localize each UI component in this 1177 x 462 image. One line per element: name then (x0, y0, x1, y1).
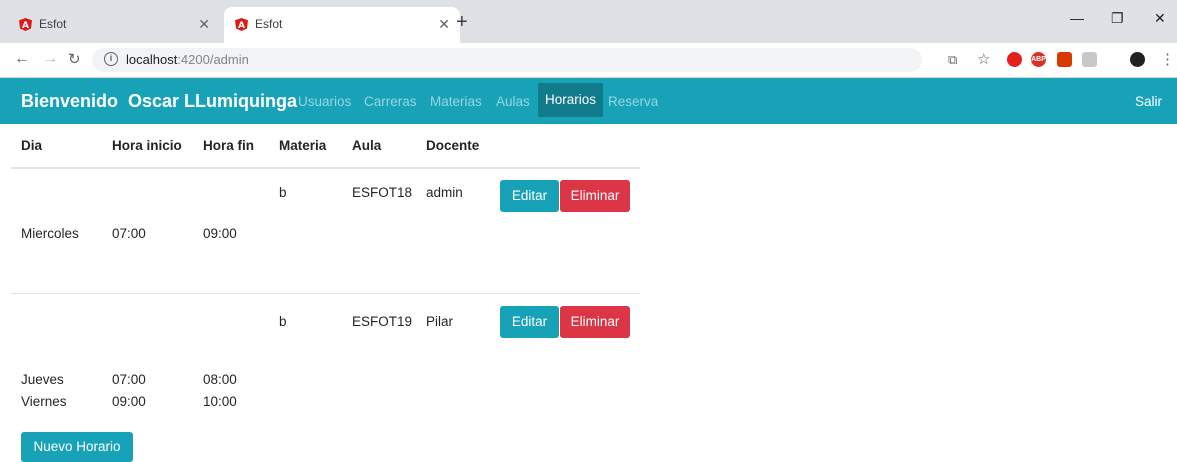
new-schedule-button[interactable]: Nuevo Horario (21, 432, 133, 462)
header-hora-fin: Hora fin (203, 138, 255, 153)
cell-materia: b (279, 185, 287, 200)
browser-tab-1[interactable]: A Esfot ✕ (8, 7, 220, 43)
browser-tab-2[interactable]: A Esfot ✕ (224, 7, 460, 43)
edit-button[interactable]: Editar (500, 306, 559, 338)
forward-icon[interactable]: → (42, 50, 58, 68)
tab-strip: A Esfot ✕ A Esfot ✕ + — ❐ ✕ (0, 0, 1177, 43)
cell-dia: Miercoles (21, 226, 79, 241)
new-tab-icon[interactable]: + (456, 12, 468, 32)
header-dia: Dia (21, 138, 43, 153)
cell-hora-fin: 09:00 (203, 226, 237, 241)
browser-toolbar: ← → ↻ i localhost:4200/admin ⧉ ☆ ABP ⋮ (0, 43, 1177, 78)
nav-reserva[interactable]: Reserva (608, 94, 658, 109)
cell-hora-fin: 10:00 (203, 394, 237, 409)
window-close-icon[interactable]: ✕ (1154, 10, 1166, 27)
delete-button[interactable]: Eliminar (560, 306, 630, 338)
tab-title: Esfot (255, 17, 283, 31)
profile-avatar[interactable] (1130, 52, 1145, 67)
header-aula: Aula (352, 138, 382, 153)
back-icon[interactable]: ← (14, 50, 30, 68)
delete-button[interactable]: Eliminar (560, 180, 630, 212)
cell-hora-inicio: 07:00 (112, 372, 146, 387)
url-text: localhost:4200/admin (126, 52, 249, 67)
app-navbar: Bienvenido Oscar LLumiquinga Usuarios Ca… (0, 78, 1177, 124)
close-tab-icon[interactable]: ✕ (198, 16, 210, 33)
minimize-icon[interactable]: — (1070, 10, 1084, 26)
nav-horarios[interactable]: Horarios (538, 83, 604, 117)
header-docente: Docente (426, 138, 480, 153)
nav-usuarios[interactable]: Usuarios (298, 94, 351, 109)
nav-materias[interactable]: Materias (430, 94, 482, 109)
tab-title: Esfot (39, 17, 67, 31)
close-tab-icon[interactable]: ✕ (438, 16, 450, 33)
svg-text:A: A (22, 21, 29, 31)
angular-icon: A (235, 18, 248, 31)
pdf-icon[interactable] (1082, 52, 1097, 67)
cell-materia: b (279, 314, 287, 329)
address-bar[interactable]: i localhost:4200/admin (92, 48, 922, 72)
header-hora-inicio: Hora inicio (112, 138, 182, 153)
menu-icon[interactable]: ⋮ (1160, 50, 1175, 68)
cell-docente: Pilar (426, 314, 454, 329)
header-materia: Materia (279, 138, 327, 153)
nav-carreras[interactable]: Carreras (364, 94, 417, 109)
cell-aula: ESFOT18 (352, 185, 413, 200)
opera-icon[interactable] (1007, 52, 1022, 67)
row-divider (11, 293, 640, 294)
office-icon[interactable] (1057, 52, 1072, 67)
edit-button[interactable]: Editar (500, 180, 559, 212)
header-divider (11, 167, 640, 169)
restore-icon[interactable]: ❐ (1111, 10, 1124, 27)
angular-icon: A (19, 18, 32, 31)
cell-dia: Jueves (21, 372, 64, 387)
cell-hora-inicio: 07:00 (112, 226, 146, 241)
cell-docente: admin (426, 185, 463, 200)
cell-aula: ESFOT19 (352, 314, 413, 329)
cell-hora-inicio: 09:00 (112, 394, 146, 409)
info-icon[interactable]: i (104, 52, 118, 66)
logout-link[interactable]: Salir (1135, 94, 1162, 109)
adblock-icon[interactable]: ABP (1031, 52, 1046, 67)
reload-icon[interactable]: ↻ (68, 50, 81, 68)
nav-aulas[interactable]: Aulas (496, 94, 530, 109)
cell-dia: Viernes (21, 394, 67, 409)
svg-text:A: A (238, 21, 245, 31)
bookmark-star-icon[interactable]: ☆ (977, 50, 990, 68)
brand-title: Bienvenido Oscar LLumiquinga (21, 91, 298, 111)
translate-icon[interactable]: ⧉ (948, 52, 957, 68)
cell-hora-fin: 08:00 (203, 372, 237, 387)
